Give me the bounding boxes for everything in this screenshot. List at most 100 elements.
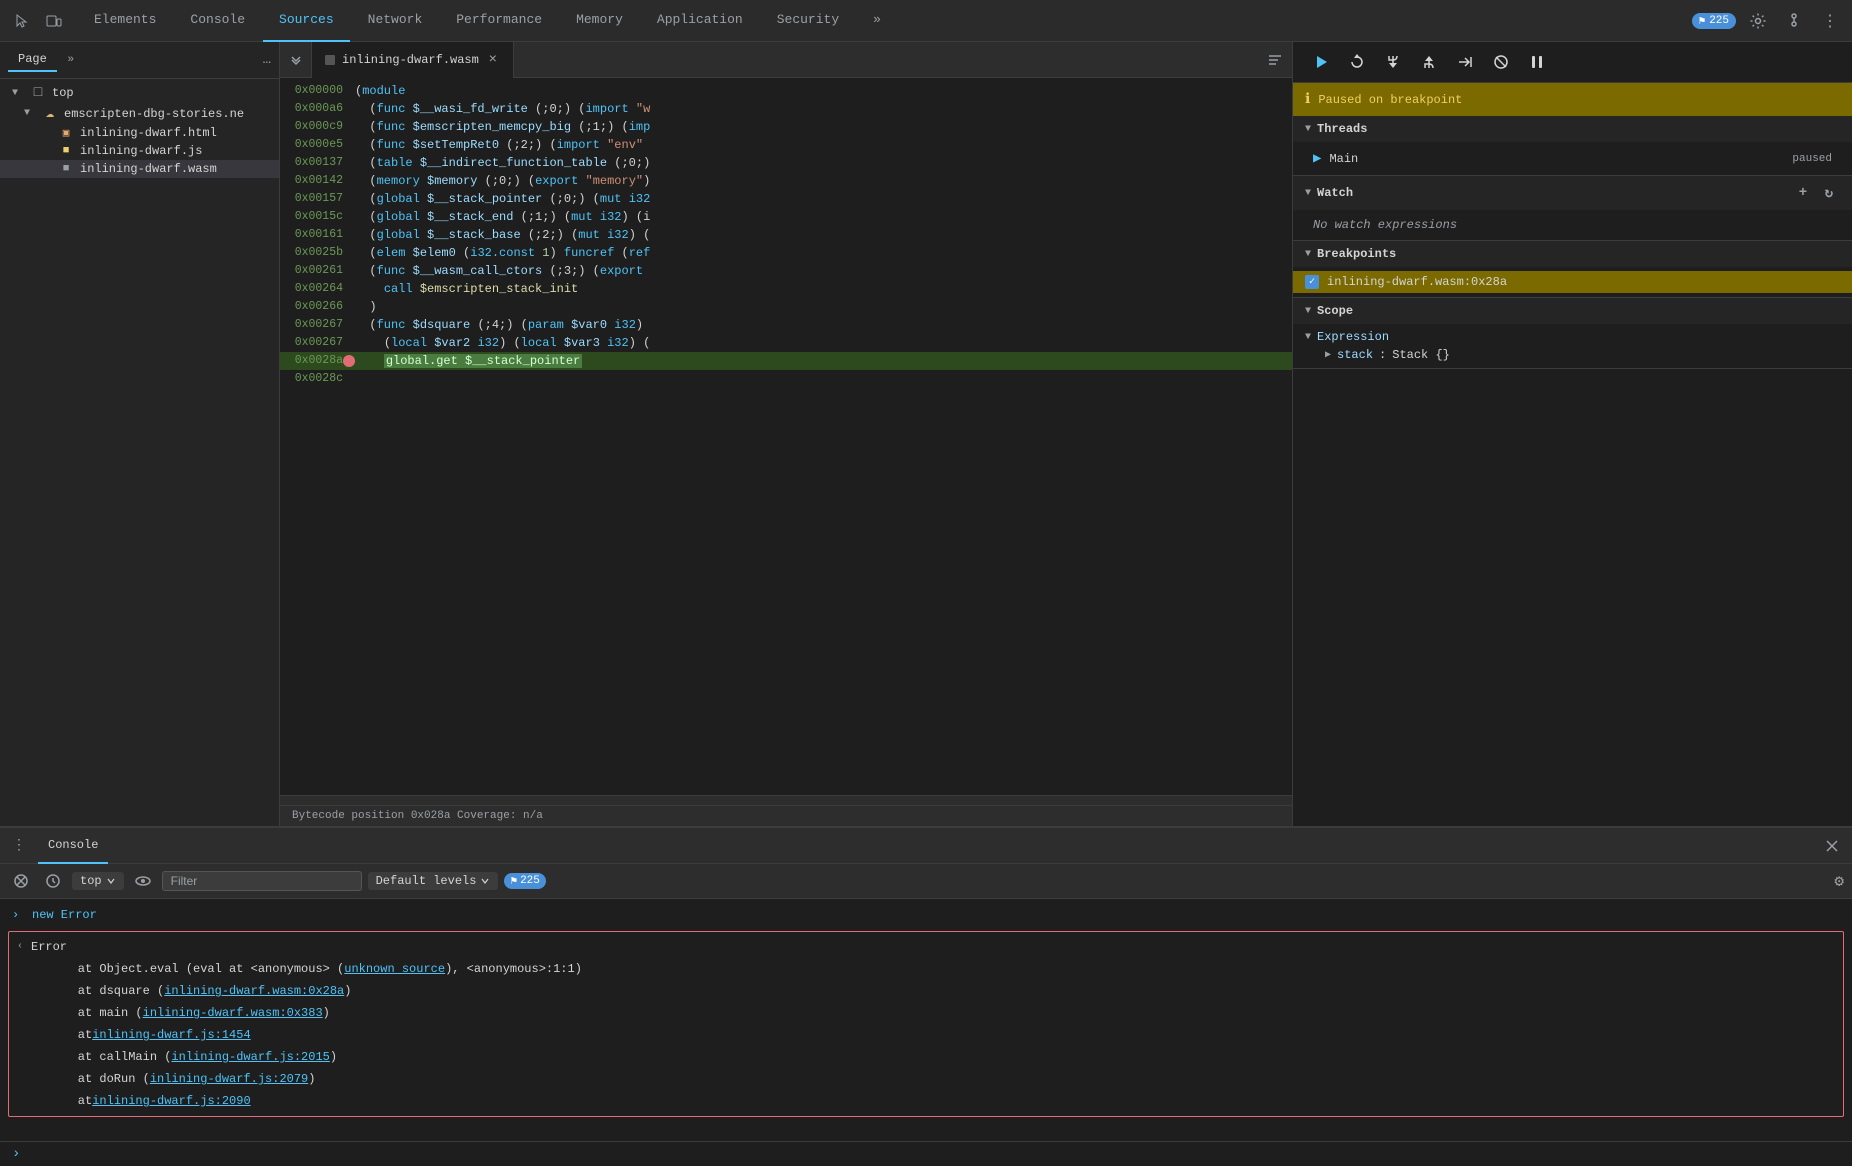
debugger-toolbar	[1293, 42, 1852, 83]
scope-expression[interactable]: ▼ Expression	[1305, 328, 1840, 346]
step-over-button[interactable]	[1341, 48, 1373, 76]
tab-performance[interactable]: Performance	[440, 0, 558, 42]
console-levels-dropdown[interactable]: Default levels	[368, 872, 499, 890]
code-line: 0x00267 (local $var2 i32) (local $var3 i…	[280, 334, 1292, 352]
sidebar-dots[interactable]: …	[263, 52, 271, 68]
code-line: 0x00000 (module	[280, 82, 1292, 100]
code-tab-bar: inlining-dwarf.wasm ×	[280, 42, 1292, 78]
console-output[interactable]: › new Error ‹ Error at Object.eval (eval…	[0, 899, 1852, 1141]
cursor-icon[interactable]	[8, 7, 36, 35]
console-close-button[interactable]	[1824, 838, 1840, 854]
tab-network[interactable]: Network	[352, 0, 439, 42]
js-1454-link[interactable]: inlining-dwarf.js:1454	[92, 1025, 250, 1045]
stack-value: Stack {}	[1392, 348, 1450, 362]
code-format-button[interactable]	[1258, 51, 1292, 69]
code-line: 0x0015c (global $__stack_end (;1;) (mut …	[280, 208, 1292, 226]
step-out-button[interactable]	[1413, 48, 1445, 76]
tab-elements[interactable]: Elements	[78, 0, 172, 42]
tab-console[interactable]: Console	[174, 0, 261, 42]
tab-memory[interactable]: Memory	[560, 0, 639, 42]
console-clear-button[interactable]	[8, 868, 34, 894]
tree-item-js[interactable]: ■ inlining-dwarf.js	[0, 142, 279, 160]
console-context-selector[interactable]: top	[72, 872, 124, 890]
tree-item-wasm[interactable]: ■ inlining-dwarf.wasm	[0, 160, 279, 178]
code-back-button[interactable]	[280, 42, 312, 78]
cloud-icon: ☁	[42, 105, 58, 122]
watch-header[interactable]: ▼ Watch + ↻	[1293, 176, 1852, 210]
error-badge[interactable]: ⚑ 225	[1692, 13, 1736, 29]
context-dropdown-icon	[106, 876, 116, 886]
breakpoints-chevron: ▼	[1305, 249, 1311, 260]
nav-right: ⚑ 225 ⋮	[1692, 7, 1844, 35]
watch-actions: + ↻	[1792, 182, 1840, 204]
console-text-new-error: new Error	[32, 905, 97, 925]
thread-status: paused	[1792, 153, 1832, 165]
wasm-file-icon	[324, 54, 336, 66]
code-line: 0x00137 (table $__indirect_function_tabl…	[280, 154, 1292, 172]
console-error-badge[interactable]: ⚑ 225	[504, 873, 545, 889]
console-settings-button[interactable]: ⚙	[1834, 871, 1844, 891]
sidebar-header: Page » …	[0, 42, 279, 79]
file-js-icon: ■	[58, 145, 74, 157]
tab-sources[interactable]: Sources	[263, 0, 350, 42]
scope-header[interactable]: ▼ Scope	[1293, 298, 1852, 324]
unknown-source-link[interactable]: unknown source	[344, 959, 445, 979]
error-header-line: ‹ Error	[17, 936, 1835, 958]
right-panel: ℹ Paused on breakpoint ▼ Threads ▶ Main …	[1292, 42, 1852, 826]
js-2079-link[interactable]: inlining-dwarf.js:2079	[150, 1069, 308, 1089]
tree-expand-domain[interactable]: ▼	[24, 108, 36, 119]
device-icon[interactable]	[40, 7, 68, 35]
console-preserve-log-button[interactable]	[40, 868, 66, 894]
tree-expand-top[interactable]: ▼	[12, 88, 24, 99]
console-eye-button[interactable]	[130, 868, 156, 894]
tab-close-button[interactable]: ×	[485, 52, 501, 68]
wasm-28a-link[interactable]: inlining-dwarf.wasm:0x28a	[164, 981, 344, 1001]
console-input[interactable]	[28, 1147, 1840, 1161]
more-actions-icon[interactable]: ⋮	[1816, 7, 1844, 35]
settings-icon[interactable]	[1744, 7, 1772, 35]
horizontal-scrollbar[interactable]	[280, 795, 1292, 805]
tree-item-top[interactable]: ▼ □ top	[0, 83, 279, 103]
stack-line-3: at main (inlining-dwarf.wasm:0x383)	[17, 1002, 1835, 1024]
resume-button[interactable]	[1305, 48, 1337, 76]
js-2015-link[interactable]: inlining-dwarf.js:2015	[171, 1047, 329, 1067]
breakpoint-item[interactable]: ✓ inlining-dwarf.wasm:0x28a	[1293, 271, 1852, 293]
code-line-breakpoint: 0x0028a global.get $__stack_pointer	[280, 352, 1292, 370]
pause-exceptions-button[interactable]	[1521, 48, 1553, 76]
step-into-button[interactable]	[1377, 48, 1409, 76]
levels-dropdown-icon	[480, 876, 490, 886]
tree-label-wasm: inlining-dwarf.wasm	[80, 162, 217, 176]
sidebar-tab-page[interactable]: Page	[8, 48, 57, 72]
code-tab-wasm[interactable]: inlining-dwarf.wasm ×	[312, 42, 514, 78]
scope-content: ▼ Expression ▶ stack : Stack {}	[1293, 324, 1852, 368]
deactivate-breakpoints-button[interactable]	[1485, 48, 1517, 76]
thread-item-main[interactable]: ▶ Main paused	[1293, 146, 1852, 171]
wasm-383-link[interactable]: inlining-dwarf.wasm:0x383	[143, 1003, 323, 1023]
console-entry-new-error[interactable]: › new Error	[0, 903, 1852, 927]
watch-refresh-button[interactable]: ↻	[1818, 182, 1840, 204]
threads-header[interactable]: ▼ Threads	[1293, 116, 1852, 142]
code-panel: inlining-dwarf.wasm × 0x00000	[280, 42, 1292, 826]
tab-application[interactable]: Application	[641, 0, 759, 42]
js-2090-link[interactable]: inlining-dwarf.js:2090	[92, 1091, 250, 1111]
breakpoints-header[interactable]: ▼ Breakpoints	[1293, 241, 1852, 267]
console-filter-input[interactable]	[162, 871, 362, 891]
scope-stack[interactable]: ▶ stack : Stack {}	[1305, 346, 1840, 364]
dock-icon[interactable]	[1780, 7, 1808, 35]
console-more-button[interactable]: ⋮	[12, 837, 26, 854]
more-tabs[interactable]: »	[857, 0, 897, 42]
tree-item-domain[interactable]: ▼ ☁ emscripten-dbg-stories.ne	[0, 103, 279, 124]
scope-chevron: ▼	[1305, 306, 1311, 317]
breakpoints-content: ✓ inlining-dwarf.wasm:0x28a	[1293, 267, 1852, 297]
tab-security[interactable]: Security	[761, 0, 855, 42]
sidebar-expand-more[interactable]: »	[61, 50, 81, 70]
expand-arrow-icon[interactable]: ›	[12, 905, 26, 925]
tree-item-html[interactable]: ▣ inlining-dwarf.html	[0, 124, 279, 142]
file-html-icon: ▣	[58, 126, 74, 140]
step-button[interactable]	[1449, 48, 1481, 76]
watch-add-button[interactable]: +	[1792, 182, 1814, 204]
console-tab[interactable]: Console	[38, 828, 108, 864]
collapse-arrow-icon[interactable]: ‹	[17, 937, 31, 957]
code-content[interactable]: 0x00000 (module 0x000a6 (func $__wasi_fd…	[280, 78, 1292, 795]
breakpoint-checkbox[interactable]: ✓	[1305, 275, 1319, 289]
